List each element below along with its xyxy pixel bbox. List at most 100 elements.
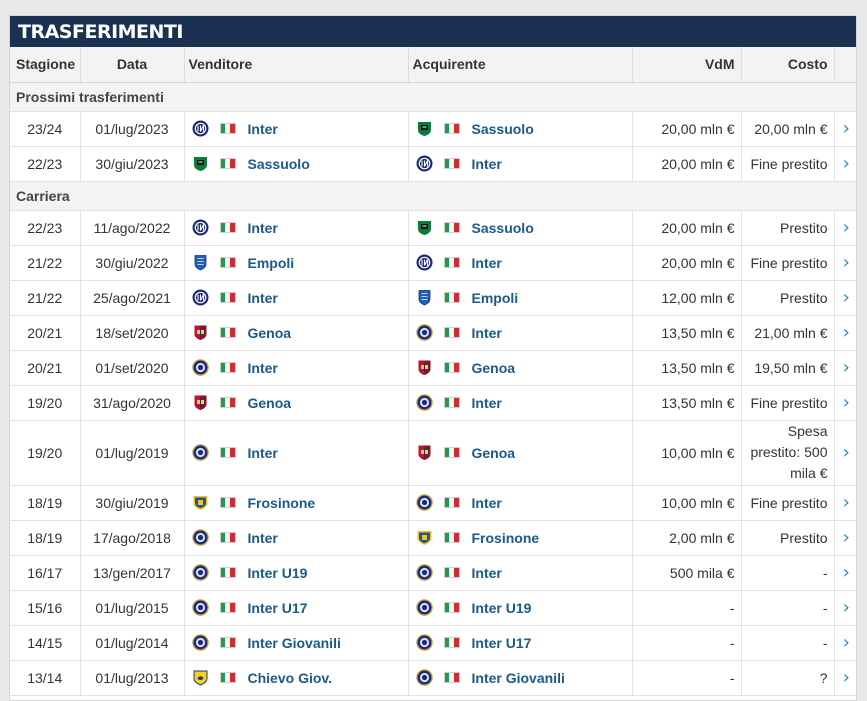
table-row[interactable]: 20/21 18/set/2020 Genoa Inter 13,50 mln € 21,…	[10, 315, 856, 351]
sassuolo-icon[interactable]	[416, 120, 433, 137]
row-detail-link[interactable]: ›	[834, 111, 856, 147]
buyer-club-link[interactable]: Inter	[472, 565, 502, 581]
seller-club-link[interactable]: Genoa	[248, 395, 292, 411]
seller-club-link[interactable]: Inter Giovanili	[248, 635, 341, 651]
table-row[interactable]: 20/21 01/set/2020 Inter Genoa 13,50 mln € 19,…	[10, 350, 856, 386]
seller-club-link[interactable]: Inter	[248, 290, 278, 306]
genoa-icon[interactable]	[416, 444, 433, 461]
buyer-club-link[interactable]: Sassuolo	[472, 220, 534, 236]
inter-old-icon[interactable]	[415, 564, 433, 581]
seller-club-link[interactable]: Inter U19	[248, 565, 308, 581]
row-detail-link[interactable]: ›	[834, 590, 856, 626]
table-row[interactable]: 16/17 13/gen/2017 Inter U19 Inter 500 mila €…	[10, 555, 856, 591]
chevron-right-icon[interactable]: ›	[843, 287, 850, 308]
table-row[interactable]: 18/19 30/giu/2019 Frosinone Inter 10,00 mln …	[10, 485, 856, 521]
chevron-right-icon[interactable]: ›	[843, 562, 850, 583]
row-detail-link[interactable]: ›	[834, 245, 856, 281]
buyer-club-link[interactable]: Sassuolo	[472, 121, 534, 137]
sassuolo-icon[interactable]	[192, 155, 209, 172]
genoa-icon[interactable]	[416, 359, 433, 376]
table-row[interactable]: 23/24 01/lug/2023 Inter Sassuolo 20,00 mln €…	[10, 111, 856, 147]
table-row[interactable]: 15/16 01/lug/2015 Inter U17 Inter U19- - ›	[10, 590, 856, 626]
inter-icon[interactable]	[416, 155, 433, 172]
chevron-right-icon[interactable]: ›	[843, 597, 850, 618]
table-row[interactable]: 18/19 17/ago/2018 Inter Frosinone 2,00 mln €…	[10, 520, 856, 556]
row-detail-link[interactable]: ›	[834, 660, 856, 696]
chevron-right-icon[interactable]: ›	[843, 632, 850, 653]
buyer-club-link[interactable]: Inter Giovanili	[472, 670, 565, 686]
buyer-club-link[interactable]: Genoa	[472, 360, 516, 376]
chevron-right-icon[interactable]: ›	[843, 118, 850, 139]
seller-club-link[interactable]: Genoa	[248, 325, 292, 341]
row-detail-link[interactable]: ›	[834, 420, 856, 486]
chevron-right-icon[interactable]: ›	[843, 357, 850, 378]
buyer-club-link[interactable]: Inter	[472, 255, 502, 271]
inter-old-icon[interactable]	[191, 564, 209, 581]
inter-icon[interactable]	[192, 120, 209, 137]
seller-club-link[interactable]: Inter	[248, 220, 278, 236]
inter-old-icon[interactable]	[191, 599, 209, 616]
buyer-club-link[interactable]: Frosinone	[472, 530, 540, 546]
seller-club-link[interactable]: Empoli	[248, 255, 295, 271]
chevron-right-icon[interactable]: ›	[843, 527, 850, 548]
seller-club-link[interactable]: Inter	[248, 445, 278, 461]
inter-old-icon[interactable]	[415, 494, 433, 511]
row-detail-link[interactable]: ›	[834, 385, 856, 421]
inter-old-icon[interactable]	[191, 529, 209, 546]
seller-club-link[interactable]: Chievo Giov.	[248, 670, 333, 686]
sassuolo-icon[interactable]	[416, 219, 433, 236]
inter-old-icon[interactable]	[191, 634, 209, 651]
seller-club-link[interactable]: Sassuolo	[248, 156, 310, 172]
inter-icon[interactable]	[192, 219, 209, 236]
table-row[interactable]: 19/20 01/lug/2019 Inter Genoa 10,00 mln € Spe…	[10, 420, 856, 486]
row-detail-link[interactable]: ›	[834, 315, 856, 351]
inter-icon[interactable]	[192, 289, 209, 306]
chevron-right-icon[interactable]: ›	[843, 153, 850, 174]
genoa-icon[interactable]	[192, 394, 209, 411]
row-detail-link[interactable]: ›	[834, 520, 856, 556]
inter-old-icon[interactable]	[415, 634, 433, 651]
buyer-club-link[interactable]: Genoa	[472, 445, 516, 461]
row-detail-link[interactable]: ›	[834, 555, 856, 591]
table-row[interactable]: 19/20 31/ago/2020 Genoa Inter 13,50 mln € Fin…	[10, 385, 856, 421]
inter-old-icon[interactable]	[415, 599, 433, 616]
buyer-club-link[interactable]: Inter	[472, 325, 502, 341]
table-row[interactable]: 21/22 30/giu/2022 Empoli Inter 20,00 mln € Fi…	[10, 245, 856, 281]
inter-old-icon[interactable]	[415, 394, 433, 411]
inter-old-icon[interactable]	[191, 444, 209, 461]
table-row[interactable]: 22/23 30/giu/2023 Sassuolo Inter 20,00 mln €…	[10, 146, 856, 182]
inter-old-icon[interactable]	[415, 324, 433, 341]
buyer-club-link[interactable]: Inter U19	[472, 600, 532, 616]
chevron-right-icon[interactable]: ›	[843, 492, 850, 513]
buyer-club-link[interactable]: Empoli	[472, 290, 519, 306]
seller-club-link[interactable]: Inter U17	[248, 600, 308, 616]
table-row[interactable]: 22/23 11/ago/2022 Inter Sassuolo 20,00 mln €…	[10, 210, 856, 246]
row-detail-link[interactable]: ›	[834, 350, 856, 386]
buyer-club-link[interactable]: Inter	[472, 395, 502, 411]
inter-old-icon[interactable]	[191, 359, 209, 376]
buyer-club-link[interactable]: Inter	[472, 156, 502, 172]
chevron-right-icon[interactable]: ›	[843, 392, 850, 413]
row-detail-link[interactable]: ›	[834, 625, 856, 661]
chevron-right-icon[interactable]: ›	[843, 322, 850, 343]
row-detail-link[interactable]: ›	[834, 485, 856, 521]
chevron-right-icon[interactable]: ›	[843, 217, 850, 238]
table-row[interactable]: 13/14 01/lug/2013 Chievo Giov. Inter Giovan…	[10, 660, 856, 696]
seller-club-link[interactable]: Inter	[248, 530, 278, 546]
seller-club-link[interactable]: Frosinone	[248, 495, 316, 511]
genoa-icon[interactable]	[192, 324, 209, 341]
buyer-club-link[interactable]: Inter U17	[472, 635, 532, 651]
chevron-right-icon[interactable]: ›	[843, 667, 850, 688]
empoli-icon[interactable]	[416, 289, 433, 306]
seller-club-link[interactable]: Inter	[248, 121, 278, 137]
buyer-club-link[interactable]: Inter	[472, 495, 502, 511]
row-detail-link[interactable]: ›	[834, 146, 856, 182]
chevron-right-icon[interactable]: ›	[843, 442, 850, 463]
table-row[interactable]: 21/22 25/ago/2021 Inter Empoli 12,00 mln € Pr…	[10, 280, 856, 316]
inter-old-icon[interactable]	[415, 669, 433, 686]
chievo-icon[interactable]	[192, 669, 209, 686]
row-detail-link[interactable]: ›	[834, 210, 856, 246]
inter-icon[interactable]	[416, 254, 433, 271]
row-detail-link[interactable]: ›	[834, 280, 856, 316]
empoli-icon[interactable]	[192, 254, 209, 271]
